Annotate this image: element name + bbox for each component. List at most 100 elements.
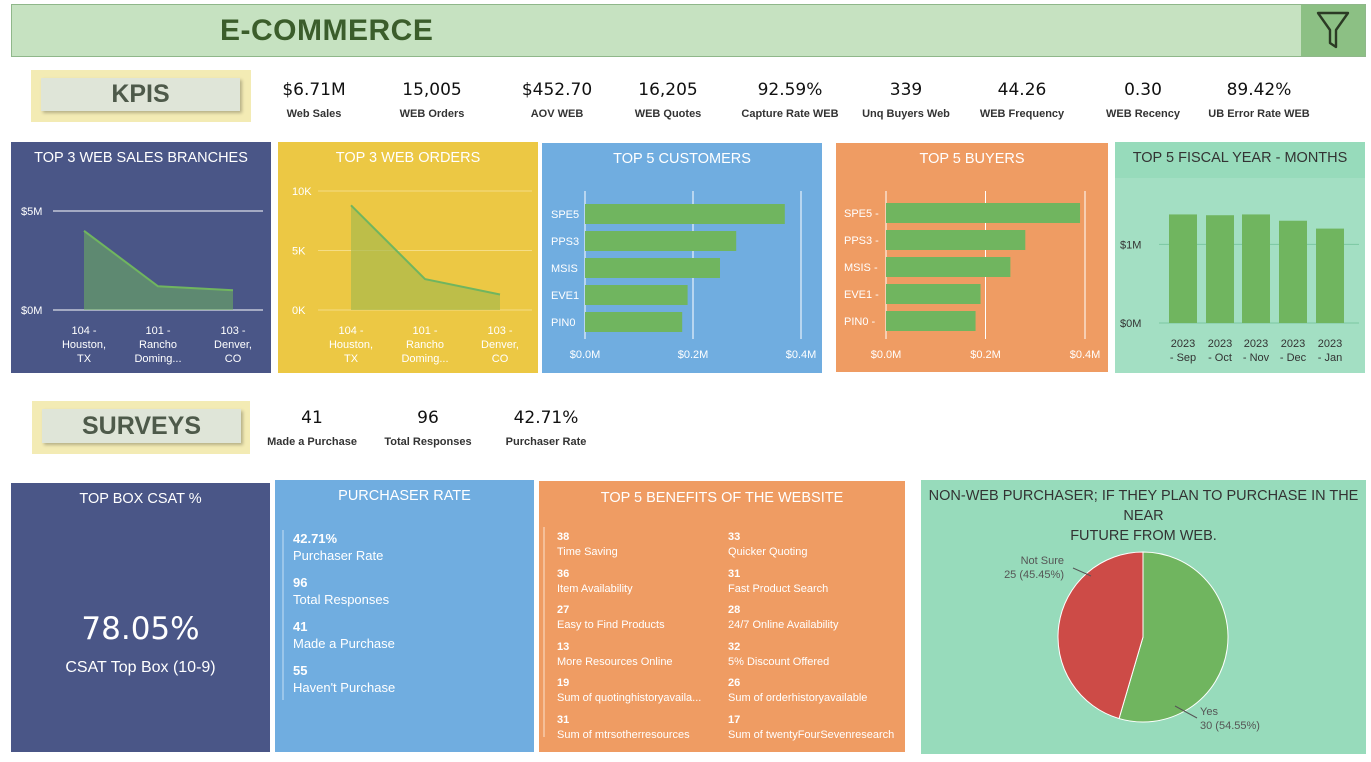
bar	[886, 203, 1081, 223]
benefit-label: Item Availability	[557, 582, 633, 595]
benefit-value: 31	[728, 567, 741, 580]
benefit-value: 27	[557, 604, 570, 617]
x-tick-label: 101 -	[145, 325, 170, 337]
funnel-icon	[1316, 11, 1350, 48]
bar	[1279, 220, 1307, 323]
filter-button[interactable]	[1301, 5, 1365, 56]
x-tick-label: - Jan	[1318, 352, 1342, 364]
benefit-label: Quicker Quoting	[728, 546, 808, 558]
bar	[886, 311, 976, 331]
purchaser-rate-title: PURCHASER RATE	[338, 488, 471, 504]
benefit-item: 27 Easy to Find Products	[557, 604, 727, 631]
benefit-value: 17	[728, 714, 741, 726]
kpi-value: 42.71%	[513, 408, 579, 428]
y-tick-label: 0K	[292, 305, 306, 317]
csat-label: CSAT Top Box (10-9)	[65, 659, 216, 676]
kpi-label: Purchaser Rate	[505, 436, 587, 448]
y-tick-label: PIN0 -	[844, 316, 876, 328]
benefit-label: Sum of twentyFourSevenresearch	[728, 729, 895, 741]
benefit-value: 28	[728, 604, 741, 617]
pie-label-not-sure-name: Not Sure	[1021, 555, 1064, 567]
benefit-value: 36	[557, 567, 570, 580]
benefit-label: 5% Discount Offered	[728, 655, 830, 668]
benefit-item: 31 Fast Product Search	[728, 568, 898, 595]
bar	[1242, 214, 1270, 323]
csat-title: TOP BOX CSAT %	[79, 491, 202, 507]
purchaser-stat-label: Made a Purchase	[293, 636, 395, 651]
benefit-label: Sum of mtrsotherresources	[557, 729, 690, 741]
purchaser-stat: 55 Haven't Purchase	[293, 663, 513, 695]
bar	[1316, 228, 1344, 323]
area-fill	[351, 205, 500, 310]
benefits-grid: 38 Time Saving 33 Quicker Quoting 36 Item Ava…	[539, 481, 905, 752]
buyers-card: TOP 5 BUYERS $0.0M $0.2M $0.4M SPE5 - PPS3 -…	[836, 143, 1108, 372]
benefit-value: 33	[728, 531, 741, 543]
x-tick-label: CO	[492, 353, 509, 365]
x-tick-label: TX	[77, 353, 92, 365]
bar	[585, 258, 720, 278]
benefit-value: 26	[728, 677, 741, 690]
benefit-value: 32	[728, 640, 741, 653]
customers-chart: $0.0M $0.2M $0.4M SPE5 PPS3 MSIS EVE1 PIN0	[551, 191, 817, 361]
x-tick-label: $0.2M	[678, 349, 709, 361]
page-title: E-COMMERCE	[220, 14, 434, 47]
x-tick-label: $0.4M	[786, 349, 817, 361]
x-tick-label: 2023	[1281, 338, 1305, 350]
purchaser-stat-value: 55	[293, 663, 308, 678]
benefit-item: 17 Sum of twentyFourSevenresearch	[728, 714, 898, 741]
y-tick-label: $0M	[1120, 318, 1141, 330]
x-tick-label: $0.0M	[871, 349, 902, 361]
bar	[886, 284, 981, 304]
x-tick-label: $0.2M	[970, 349, 1001, 361]
benefit-item: 31 Sum of mtrsotherresources	[557, 714, 727, 741]
benefit-label: Sum of orderhistoryavailable	[728, 692, 868, 705]
x-tick-label: 2023	[1171, 338, 1195, 350]
kpi-ub-error-rate-web: 89.42% UB Error Rate WEB	[1184, 80, 1334, 120]
surveys-section-badge: SURVEYS	[32, 401, 250, 454]
benefit-item: 36 Item Availability	[557, 568, 727, 595]
benefit-value: 31	[557, 714, 570, 726]
x-tick-label: 2023	[1318, 338, 1342, 350]
csat-card: TOP BOX CSAT % 78.05% CSAT Top Box (10-9…	[11, 483, 270, 752]
area-fill	[84, 230, 233, 310]
bar	[585, 312, 683, 332]
bar	[585, 285, 688, 305]
y-tick-label: PIN0	[551, 317, 575, 329]
kpis-section-label: KPIS	[41, 78, 240, 111]
benefit-item: 32 5% Discount Offered	[728, 641, 898, 668]
bar	[886, 230, 1026, 250]
purchaser-stat-label: Purchaser Rate	[293, 548, 384, 563]
x-tick-label: 101 -	[412, 325, 437, 337]
bar	[1169, 214, 1197, 323]
bar	[585, 231, 737, 251]
purchaser-stat: 42.71% Purchaser Rate	[293, 531, 513, 563]
x-tick-label: 104 -	[338, 325, 363, 337]
x-tick-label: Doming...	[134, 353, 181, 365]
bar	[886, 257, 1011, 277]
y-tick-label: $0M	[21, 305, 42, 317]
benefit-item: 26 Sum of orderhistoryavailable	[728, 677, 898, 704]
y-tick-label: 5K	[292, 246, 306, 258]
x-tick-label: 103 -	[487, 325, 512, 337]
nonweb-pie-chart: Yes 30 (54.55%) Not Sure 25 (45.45%)	[1004, 551, 1260, 732]
purchaser-rate-card: PURCHASER RATE 42.71% Purchaser Rate 96 Tot…	[275, 480, 534, 752]
benefit-item: 19 Sum of quotinghistoryavaila...	[557, 677, 727, 704]
nonweb-card: NON-WEB PURCHASER; IF THEY PLAN TO PURCH…	[921, 480, 1366, 754]
x-tick-label: Doming...	[401, 353, 448, 365]
buyers-chart: $0.0M $0.2M $0.4M SPE5 - PPS3 - MSIS - EVE1 - P…	[844, 191, 1100, 361]
web-orders-chart: 0K 5K 10K 104 - Houston, TX 101 - Rancho Doming.…	[292, 186, 532, 365]
benefit-label: Fast Product Search	[728, 582, 829, 595]
y-tick-label: SPE5	[551, 209, 579, 221]
benefit-value: 19	[557, 677, 570, 690]
benefits-card: TOP 5 BENEFITS OF THE WEBSITE 38 Time Sav…	[539, 481, 905, 752]
purchaser-stat-label: Total Responses	[293, 592, 390, 607]
x-tick-label: 2023	[1244, 338, 1268, 350]
x-tick-label: Denver,	[481, 339, 519, 351]
x-tick-label: - Sep	[1170, 352, 1196, 364]
benefit-value: 13	[557, 640, 570, 653]
x-tick-label: Rancho	[406, 339, 444, 351]
pie-label-not-sure-value: 25 (45.45%)	[1004, 569, 1064, 581]
y-tick-label: $5M	[21, 206, 42, 218]
y-tick-label: $1M	[1120, 239, 1141, 251]
x-tick-label: CO	[225, 353, 242, 365]
